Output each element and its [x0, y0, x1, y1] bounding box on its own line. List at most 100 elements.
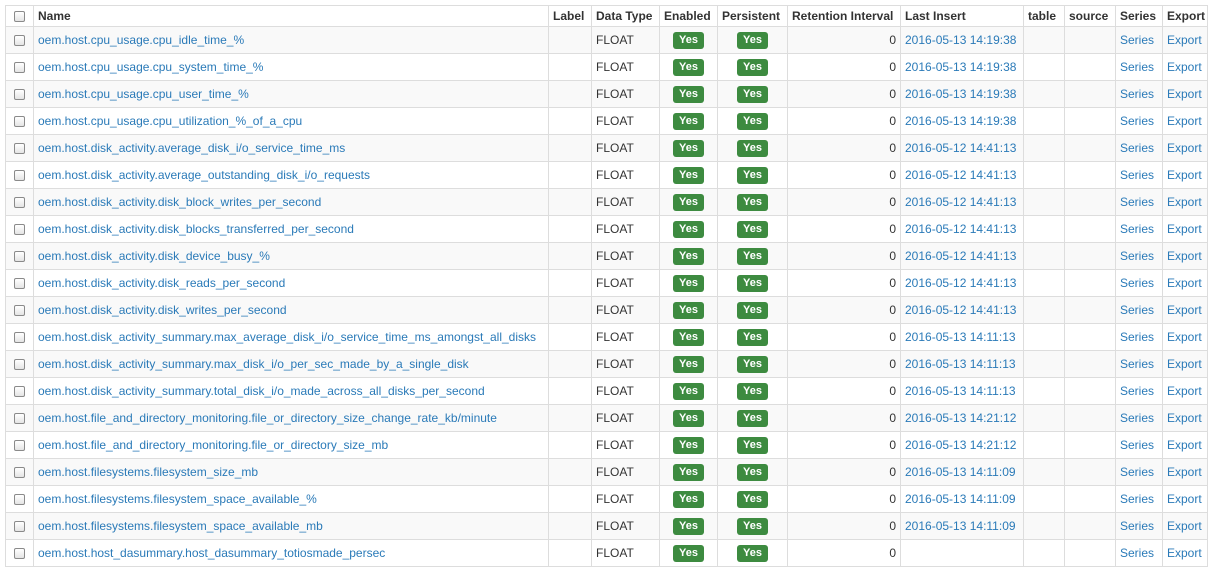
row-checkbox[interactable] — [14, 89, 25, 101]
last-insert-link[interactable]: 2016-05-13 14:11:09 — [905, 492, 1016, 506]
export-link[interactable]: Export — [1167, 465, 1202, 479]
series-link[interactable]: Series — [1120, 465, 1154, 479]
row-checkbox[interactable] — [14, 251, 25, 263]
series-link[interactable]: Series — [1120, 519, 1154, 533]
export-link[interactable]: Export — [1167, 195, 1202, 209]
last-insert-link[interactable]: 2016-05-13 14:21:12 — [905, 411, 1016, 425]
series-link[interactable]: Series — [1120, 60, 1154, 74]
metric-name-link[interactable]: oem.host.filesystems.filesystem_space_av… — [38, 492, 317, 506]
series-link[interactable]: Series — [1120, 195, 1154, 209]
metric-name-link[interactable]: oem.host.filesystems.filesystem_space_av… — [38, 519, 323, 533]
metric-name-link[interactable]: oem.host.disk_activity.average_outstandi… — [38, 168, 370, 182]
series-link[interactable]: Series — [1120, 303, 1154, 317]
series-link[interactable]: Series — [1120, 492, 1154, 506]
export-link[interactable]: Export — [1167, 384, 1202, 398]
metric-name-link[interactable]: oem.host.disk_activity_summary.max_disk_… — [38, 357, 469, 371]
row-checkbox[interactable] — [14, 359, 25, 371]
metric-name-link[interactable]: oem.host.cpu_usage.cpu_user_time_% — [38, 87, 249, 101]
row-checkbox[interactable] — [14, 35, 25, 47]
metric-name-link[interactable]: oem.host.filesystems.filesystem_size_mb — [38, 465, 258, 479]
export-link[interactable]: Export — [1167, 249, 1202, 263]
metric-name-link[interactable]: oem.host.disk_activity.disk_reads_per_se… — [38, 276, 285, 290]
header-name[interactable]: Name — [33, 5, 549, 27]
export-link[interactable]: Export — [1167, 222, 1202, 236]
metric-name-link[interactable]: oem.host.disk_activity.disk_writes_per_s… — [38, 303, 287, 317]
row-checkbox[interactable] — [14, 386, 25, 398]
row-checkbox[interactable] — [14, 116, 25, 128]
row-checkbox[interactable] — [14, 197, 25, 209]
export-link[interactable]: Export — [1167, 519, 1202, 533]
select-all-checkbox[interactable] — [14, 11, 25, 23]
series-link[interactable]: Series — [1120, 438, 1154, 452]
header-source[interactable]: source — [1064, 5, 1116, 27]
series-link[interactable]: Series — [1120, 357, 1154, 371]
row-checkbox[interactable] — [14, 467, 25, 479]
export-link[interactable]: Export — [1167, 33, 1202, 47]
export-link[interactable]: Export — [1167, 330, 1202, 344]
last-insert-link[interactable]: 2016-05-12 14:41:13 — [905, 303, 1016, 317]
metric-name-link[interactable]: oem.host.disk_activity.disk_blocks_trans… — [38, 222, 354, 236]
row-checkbox[interactable] — [14, 224, 25, 236]
last-insert-link[interactable]: 2016-05-12 14:41:13 — [905, 195, 1016, 209]
metric-name-link[interactable]: oem.host.cpu_usage.cpu_idle_time_% — [38, 33, 244, 47]
export-link[interactable]: Export — [1167, 438, 1202, 452]
series-link[interactable]: Series — [1120, 546, 1154, 560]
header-label[interactable]: Label — [548, 5, 592, 27]
last-insert-link[interactable]: 2016-05-12 14:41:13 — [905, 276, 1016, 290]
row-checkbox[interactable] — [14, 332, 25, 344]
last-insert-link[interactable]: 2016-05-13 14:11:13 — [905, 357, 1016, 371]
last-insert-link[interactable]: 2016-05-13 14:19:38 — [905, 33, 1016, 47]
row-checkbox[interactable] — [14, 62, 25, 74]
last-insert-link[interactable]: 2016-05-13 14:11:09 — [905, 465, 1016, 479]
series-link[interactable]: Series — [1120, 222, 1154, 236]
row-checkbox[interactable] — [14, 521, 25, 533]
header-table[interactable]: table — [1023, 5, 1065, 27]
row-checkbox[interactable] — [14, 143, 25, 155]
metric-name-link[interactable]: oem.host.disk_activity.disk_block_writes… — [38, 195, 321, 209]
row-checkbox[interactable] — [14, 278, 25, 290]
row-checkbox[interactable] — [14, 548, 25, 560]
metric-name-link[interactable]: oem.host.disk_activity_summary.total_dis… — [38, 384, 485, 398]
header-retention-interval[interactable]: Retention Interval — [787, 5, 901, 27]
last-insert-link[interactable]: 2016-05-13 14:21:12 — [905, 438, 1016, 452]
last-insert-link[interactable]: 2016-05-13 14:11:13 — [905, 384, 1016, 398]
metric-name-link[interactable]: oem.host.file_and_directory_monitoring.f… — [38, 411, 497, 425]
metric-name-link[interactable]: oem.host.cpu_usage.cpu_system_time_% — [38, 60, 263, 74]
export-link[interactable]: Export — [1167, 546, 1202, 560]
export-link[interactable]: Export — [1167, 87, 1202, 101]
last-insert-link[interactable]: 2016-05-13 14:19:38 — [905, 60, 1016, 74]
export-link[interactable]: Export — [1167, 141, 1202, 155]
metric-name-link[interactable]: oem.host.disk_activity.average_disk_i/o_… — [38, 141, 345, 155]
header-enabled[interactable]: Enabled — [659, 5, 718, 27]
export-link[interactable]: Export — [1167, 357, 1202, 371]
export-link[interactable]: Export — [1167, 60, 1202, 74]
last-insert-link[interactable]: 2016-05-12 14:41:13 — [905, 168, 1016, 182]
series-link[interactable]: Series — [1120, 141, 1154, 155]
export-link[interactable]: Export — [1167, 411, 1202, 425]
export-link[interactable]: Export — [1167, 114, 1202, 128]
last-insert-link[interactable]: 2016-05-13 14:19:38 — [905, 114, 1016, 128]
row-checkbox[interactable] — [14, 305, 25, 317]
metric-name-link[interactable]: oem.host.disk_activity_summary.max_avera… — [38, 330, 536, 344]
series-link[interactable]: Series — [1120, 33, 1154, 47]
row-checkbox[interactable] — [14, 413, 25, 425]
metric-name-link[interactable]: oem.host.host_dasummary.host_dasummary_t… — [38, 546, 385, 560]
metric-name-link[interactable]: oem.host.disk_activity.disk_device_busy_… — [38, 249, 270, 263]
header-persistent[interactable]: Persistent — [717, 5, 788, 27]
last-insert-link[interactable]: 2016-05-12 14:41:13 — [905, 222, 1016, 236]
series-link[interactable]: Series — [1120, 87, 1154, 101]
metric-name-link[interactable]: oem.host.cpu_usage.cpu_utilization_%_of_… — [38, 114, 302, 128]
metric-name-link[interactable]: oem.host.file_and_directory_monitoring.f… — [38, 438, 388, 452]
series-link[interactable]: Series — [1120, 330, 1154, 344]
series-link[interactable]: Series — [1120, 168, 1154, 182]
header-data-type[interactable]: Data Type — [591, 5, 660, 27]
last-insert-link[interactable]: 2016-05-13 14:11:13 — [905, 330, 1016, 344]
series-link[interactable]: Series — [1120, 114, 1154, 128]
header-last-insert[interactable]: Last Insert — [900, 5, 1024, 27]
export-link[interactable]: Export — [1167, 492, 1202, 506]
last-insert-link[interactable]: 2016-05-13 14:11:09 — [905, 519, 1016, 533]
export-link[interactable]: Export — [1167, 276, 1202, 290]
series-link[interactable]: Series — [1120, 249, 1154, 263]
last-insert-link[interactable]: 2016-05-12 14:41:13 — [905, 141, 1016, 155]
row-checkbox[interactable] — [14, 494, 25, 506]
